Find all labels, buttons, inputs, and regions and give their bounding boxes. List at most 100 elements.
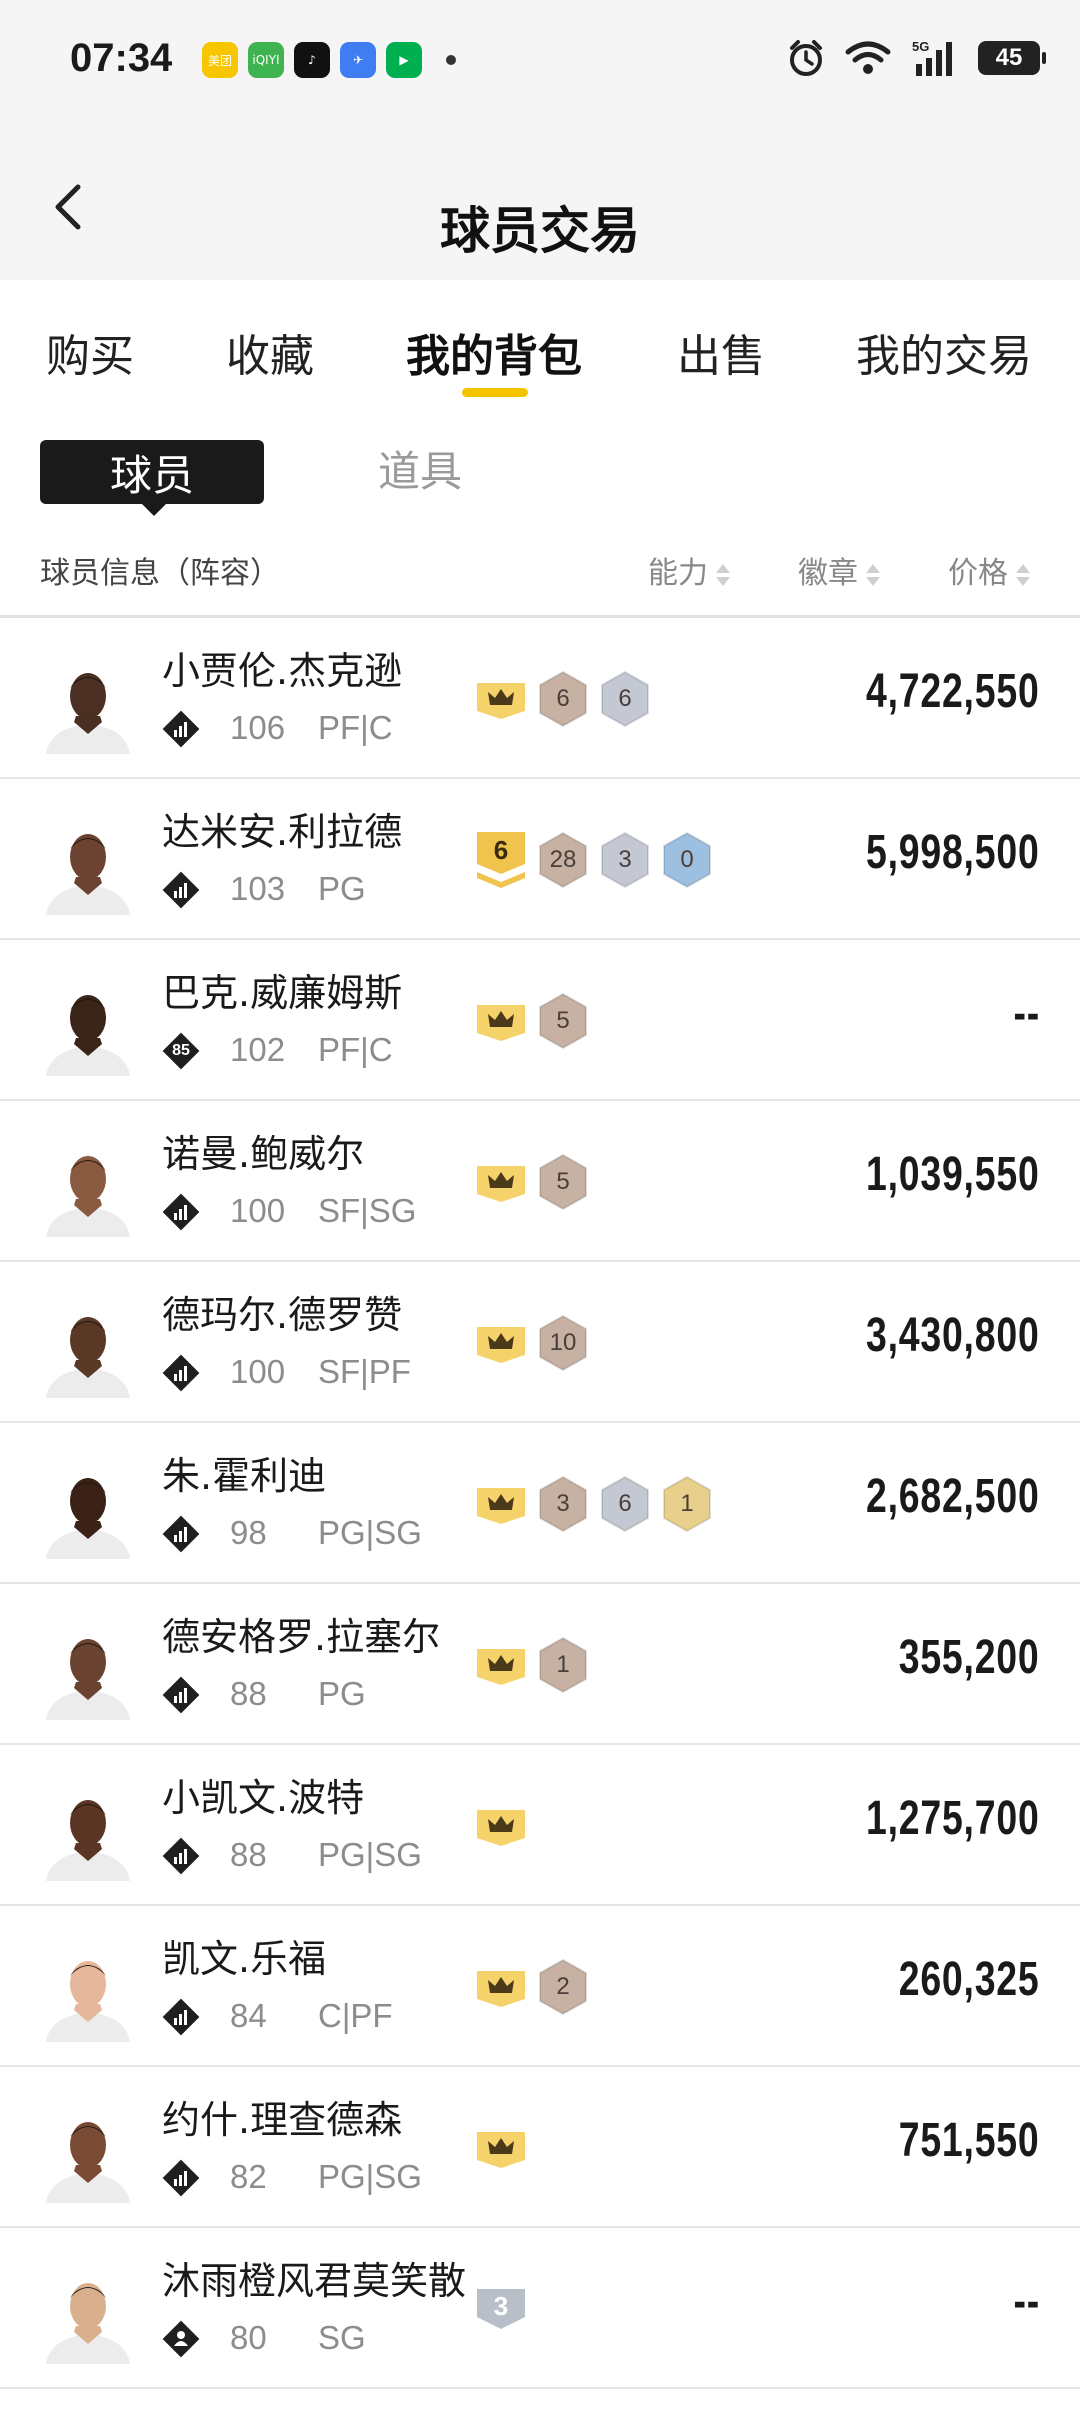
badge-count: 3 bbox=[618, 846, 632, 873]
player-position: PF|C bbox=[318, 709, 393, 746]
tier-icon bbox=[162, 2320, 200, 2358]
player-position: PG bbox=[318, 1675, 366, 1712]
badge-group: 1 bbox=[475, 1636, 589, 1694]
badge-count: 1 bbox=[556, 1651, 570, 1678]
tier-icon bbox=[162, 1515, 200, 1553]
tab-buy[interactable]: 购买 bbox=[46, 320, 134, 384]
player-avatar bbox=[40, 2268, 136, 2364]
column-price-sort[interactable]: 价格 bbox=[948, 548, 1030, 592]
bronze-badge-icon: 5 bbox=[537, 992, 589, 1050]
player-row[interactable]: 德玛尔.德罗赞 100 SF|PF 10 3,430,800 bbox=[0, 1262, 1080, 1423]
sort-icon bbox=[1016, 562, 1030, 588]
player-position: PF|C bbox=[318, 1031, 393, 1068]
silver-badge-icon: 6 bbox=[599, 1475, 651, 1533]
tier-icon bbox=[162, 871, 200, 909]
player-position: PG|SG bbox=[318, 1514, 422, 1551]
silver-badge-icon: 3 bbox=[599, 831, 651, 889]
player-position: PG bbox=[318, 870, 366, 907]
player-price: 260,325 bbox=[899, 1953, 1040, 2006]
player-price: -- bbox=[1013, 987, 1040, 1040]
signal-5g-icon: 5G bbox=[912, 39, 952, 76]
tier-icon bbox=[162, 1998, 200, 2036]
player-ability: 100 bbox=[230, 1192, 286, 1229]
player-row[interactable]: 巴克.威廉姆斯 85 102 PF|C 5 -- bbox=[0, 940, 1080, 1101]
battery-icon: 45 bbox=[978, 41, 1046, 75]
badge-group bbox=[475, 1797, 527, 1855]
badge-count: 6 bbox=[618, 685, 632, 712]
sort-icon bbox=[716, 562, 730, 588]
player-name: 沐雨橙风君莫笑散 bbox=[162, 2259, 467, 2303]
badge-count: 3 bbox=[556, 1490, 570, 1517]
badge-group: 3 bbox=[475, 2280, 527, 2338]
gold-badge-icon: 1 bbox=[661, 1475, 713, 1533]
player-row[interactable]: 小贾伦.杰克逊 106 PF|C 6 6 4,722,550 bbox=[0, 618, 1080, 779]
crown-badge-icon bbox=[477, 1327, 525, 1363]
badge-count: 0 bbox=[680, 846, 694, 873]
player-name: 德玛尔.德罗赞 bbox=[162, 1293, 403, 1337]
badge-group bbox=[475, 2119, 527, 2177]
crown-badge-icon bbox=[477, 1488, 525, 1524]
header-bar: 球员交易 bbox=[0, 125, 1080, 280]
player-ability: 102 bbox=[230, 1031, 286, 1068]
player-row[interactable]: 朱.霍利迪 98 PG|SG 3 6 1 2,682,500 bbox=[0, 1423, 1080, 1584]
player-price: 3,430,800 bbox=[866, 1309, 1040, 1362]
player-price: 751,550 bbox=[899, 2114, 1040, 2167]
player-row[interactable]: 小凯文.波特 88 PG|SG 1,275,700 bbox=[0, 1745, 1080, 1906]
column-ability-label: 能力 bbox=[648, 556, 708, 591]
bronze-badge-icon: 28 bbox=[537, 831, 589, 889]
crown-badge-icon bbox=[477, 1810, 525, 1846]
player-name: 德安格罗.拉塞尔 bbox=[162, 1615, 441, 1659]
bronze-badge-icon: 3 bbox=[537, 1475, 589, 1533]
tab-favorites[interactable]: 收藏 bbox=[226, 320, 314, 384]
player-position: PG|SG bbox=[318, 1836, 422, 1873]
column-price-label: 价格 bbox=[948, 556, 1008, 591]
column-badge-sort[interactable]: 徽章 bbox=[798, 548, 880, 592]
player-row[interactable]: 达米安.利拉德 103 PG 6 28 3 0 5,998,500 bbox=[0, 779, 1080, 940]
rank-number: 85 bbox=[172, 1042, 190, 1059]
player-avatar bbox=[40, 1946, 136, 2042]
player-name: 小凯文.波特 bbox=[162, 1776, 365, 1820]
tier-icon bbox=[162, 2159, 200, 2197]
player-avatar bbox=[40, 1302, 136, 1398]
badge-count: 2 bbox=[556, 1973, 570, 2000]
more-notifications-dot bbox=[446, 55, 456, 65]
player-name: 达米安.利拉德 bbox=[162, 810, 403, 854]
bronze-badge-icon: 5 bbox=[537, 1153, 589, 1211]
player-price: -- bbox=[1013, 2275, 1040, 2328]
status-right: 5G 45 bbox=[786, 38, 1046, 78]
segment-players[interactable]: 球员 bbox=[40, 440, 264, 516]
player-price: 1,039,550 bbox=[866, 1148, 1040, 1201]
badge-count: 1 bbox=[680, 1490, 694, 1517]
segment-items[interactable]: 道具 bbox=[378, 440, 462, 504]
level-badge-number: 6 bbox=[493, 834, 509, 865]
player-row[interactable]: 诺曼.鲍威尔 100 SF|SG 5 1,039,550 bbox=[0, 1101, 1080, 1262]
bronze-badge-icon: 10 bbox=[537, 1314, 589, 1372]
badge-count: 6 bbox=[618, 1490, 632, 1517]
tab-sell[interactable]: 出售 bbox=[677, 320, 765, 384]
tab-my-backpack[interactable]: 我的背包 bbox=[406, 320, 582, 384]
player-ability: 84 bbox=[230, 1997, 267, 2034]
bronze-badge-icon: 1 bbox=[537, 1636, 589, 1694]
player-position: C|PF bbox=[318, 1997, 393, 2034]
player-avatar bbox=[40, 980, 136, 1076]
player-row[interactable]: 约什.理查德森 82 PG|SG 751,550 bbox=[0, 2067, 1080, 2228]
player-avatar bbox=[40, 1624, 136, 1720]
player-list: 小贾伦.杰克逊 106 PF|C 6 6 4,722,550 达米安.利拉德 103 PG 6 28… bbox=[0, 618, 1080, 2389]
badge-group: 66 bbox=[475, 670, 651, 728]
tab-my-trades[interactable]: 我的交易 bbox=[856, 320, 1032, 384]
player-row[interactable]: 德安格罗.拉塞尔 88 PG 1 355,200 bbox=[0, 1584, 1080, 1745]
tier-icon bbox=[162, 1354, 200, 1392]
player-name: 约什.理查德森 bbox=[162, 2098, 403, 2142]
blue-badge-icon: 0 bbox=[661, 831, 713, 889]
shield-badge-icon: 3 bbox=[475, 2285, 527, 2333]
video-app-icon: ▶ bbox=[386, 42, 422, 78]
player-row[interactable]: 凯文.乐福 84 C|PF 2 260,325 bbox=[0, 1906, 1080, 2067]
player-avatar bbox=[40, 1785, 136, 1881]
player-avatar bbox=[40, 1141, 136, 1237]
crown-badge-icon bbox=[477, 1005, 525, 1041]
player-ability: 103 bbox=[230, 870, 286, 907]
player-row[interactable]: 沐雨橙风君莫笑散 80 SG 3 -- bbox=[0, 2228, 1080, 2389]
badge-group: 10 bbox=[475, 1314, 589, 1372]
badge-group: 5 bbox=[475, 1153, 589, 1211]
column-ability-sort[interactable]: 能力 bbox=[648, 548, 730, 592]
